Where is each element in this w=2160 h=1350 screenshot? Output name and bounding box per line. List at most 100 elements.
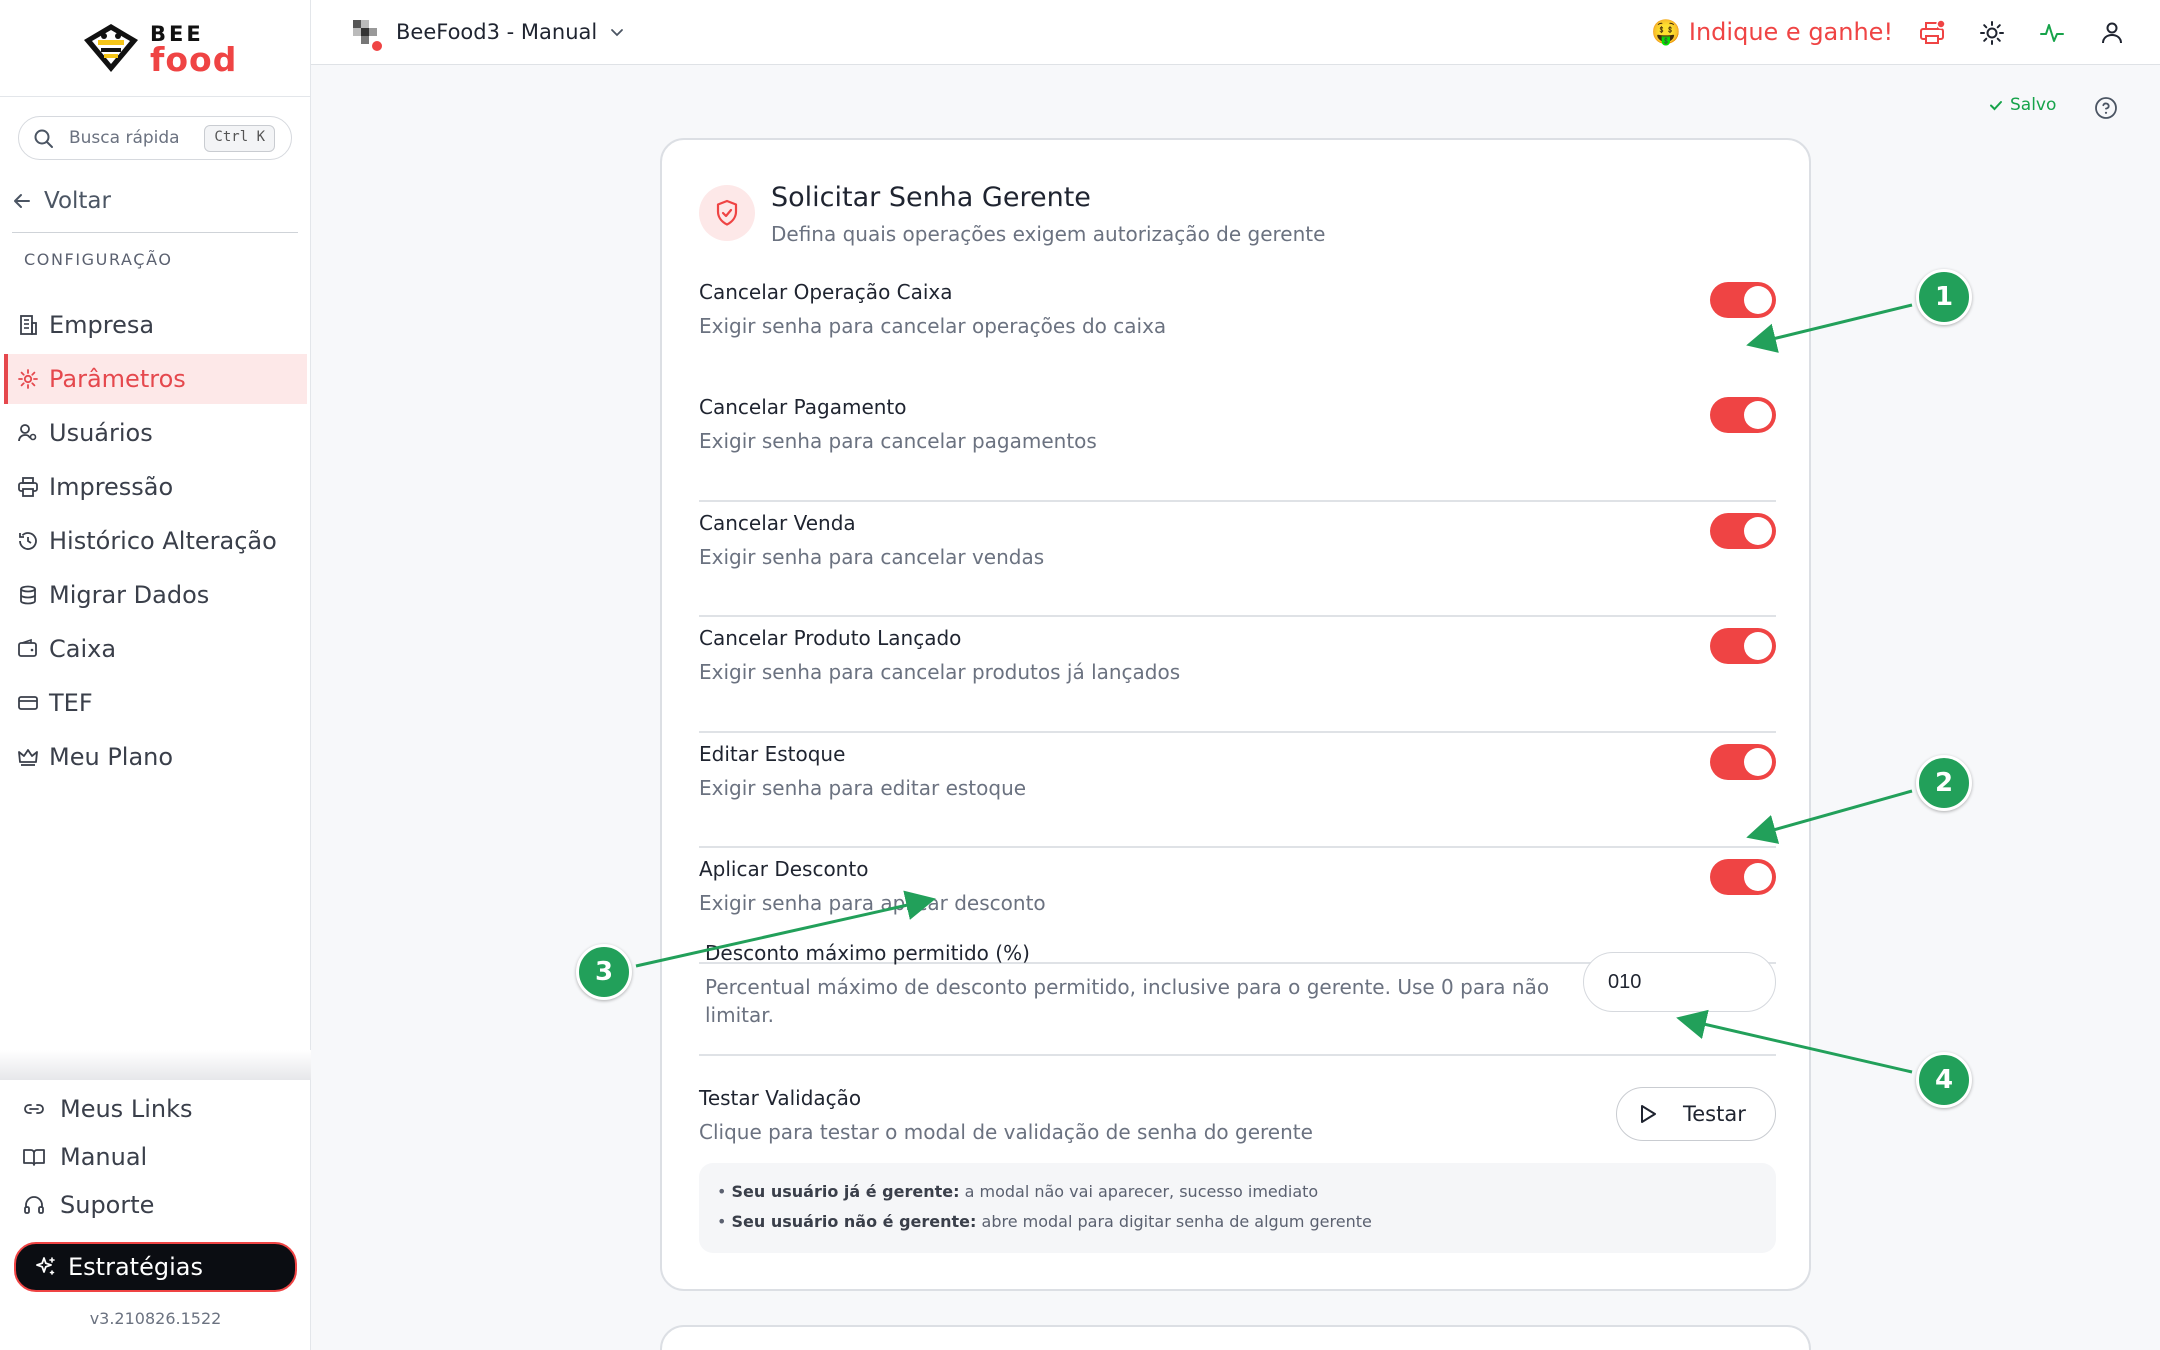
sidebar-bottom-links: Meus Links Manual Suporte	[22, 1085, 192, 1229]
sidebar-link-label: Meus Links	[60, 1095, 193, 1123]
info-note: • Seu usuário já é gerente: a modal não …	[717, 1182, 1319, 1201]
search-icon	[34, 129, 53, 148]
estrategias-button[interactable]: Estratégias	[14, 1242, 297, 1292]
info-note-bold: Seu usuário não é gerente:	[731, 1212, 977, 1231]
activity-icon	[2040, 24, 2064, 42]
building-icon	[15, 312, 41, 338]
printer-icon	[1920, 19, 1946, 44]
help-button[interactable]	[2094, 96, 2118, 124]
card-subtitle: Defina quais operações exigem autorizaçã…	[771, 222, 1326, 246]
estrategias-label: Estratégias	[68, 1253, 203, 1281]
sidebar-link-manual[interactable]: Manual	[22, 1133, 192, 1181]
top-bar: BeeFood3 - Manual 🤑 Indique e ganhe!	[311, 0, 2160, 65]
manager-password-card: Solicitar Senha Gerente Defina quais ope…	[660, 138, 1811, 1291]
edit-stock-toggle[interactable]	[1710, 744, 1776, 780]
sidebar-link-label: Manual	[60, 1143, 148, 1171]
search-placeholder: Busca rápida	[69, 128, 180, 148]
setting-description: Exigir senha para cancelar vendas	[699, 545, 1045, 569]
sidebar-item-empresa[interactable]: Empresa	[4, 300, 307, 350]
sidebar-item-caixa[interactable]: Caixa	[4, 624, 307, 674]
setting-row: Aplicar Desconto Exigir senha para aplic…	[699, 857, 1776, 915]
sidebar-link-suporte[interactable]: Suporte	[22, 1181, 192, 1229]
brand-logo[interactable]: BEE food	[78, 20, 238, 79]
divider	[12, 232, 298, 233]
headset-icon	[22, 1194, 48, 1216]
setting-title: Editar Estoque	[699, 742, 846, 766]
book-icon	[22, 1146, 48, 1168]
check-icon	[1990, 101, 2002, 111]
setting-title: Cancelar Venda	[699, 511, 856, 535]
annotation-marker-3: 3	[576, 944, 632, 1000]
help-circle-icon	[2095, 97, 2117, 119]
store-selector[interactable]: BeeFood3 - Manual	[396, 20, 625, 44]
user-menu-button[interactable]	[2097, 18, 2127, 48]
referral-label: Indique e ganhe!	[1688, 18, 1894, 46]
printer-status-button[interactable]	[1917, 18, 1947, 48]
sidebar-item-migrar-dados[interactable]: Migrar Dados	[4, 570, 307, 620]
setting-title: Cancelar Pagamento	[699, 395, 907, 419]
back-label: Voltar	[44, 188, 111, 214]
info-note-text: abre modal para digitar senha de algum g…	[976, 1212, 1372, 1231]
activity-button[interactable]	[2037, 18, 2067, 48]
max-discount-row: Desconto máximo permitido (%) Percentual…	[705, 941, 1585, 1027]
next-card	[660, 1325, 1811, 1350]
annotation-marker-2: 2	[1916, 755, 1972, 811]
setting-description: Exigir senha para cancelar produtos já l…	[699, 660, 1181, 684]
sidebar-item-meu-plano[interactable]: Meu Plano	[4, 732, 307, 782]
users-icon	[15, 420, 41, 446]
sidebar-item-label: Caixa	[49, 635, 117, 663]
max-discount-input[interactable]	[1583, 952, 1776, 1012]
apply-discount-toggle[interactable]	[1710, 859, 1776, 895]
referral-link[interactable]: 🤑 Indique e ganhe!	[1651, 18, 1893, 46]
setting-row: Cancelar Venda Exigir senha para cancela…	[699, 511, 1776, 733]
sidebar-shade	[0, 1050, 311, 1080]
sun-icon	[1980, 21, 2004, 45]
divider	[699, 500, 1776, 502]
link-icon	[22, 1098, 48, 1120]
cancel-launched-product-toggle[interactable]	[1710, 628, 1776, 664]
sidebar-item-label: Impressão	[49, 473, 174, 501]
store-name: BeeFood3 - Manual	[396, 20, 598, 44]
sidebar-item-impressao[interactable]: Impressão	[4, 462, 307, 512]
setting-row: Cancelar Pagamento Exigir senha para can…	[699, 395, 1776, 617]
divider	[699, 1054, 1776, 1056]
info-note: • Seu usuário não é gerente: abre modal …	[717, 1212, 1372, 1231]
settings-nav: Empresa Parâmetros Usuários Impressão Hi…	[4, 300, 307, 786]
setting-title: Testar Validação	[699, 1086, 862, 1110]
annotation-marker-4: 4	[1916, 1052, 1972, 1108]
sidebar-item-label: TEF	[49, 689, 93, 717]
setting-description: Exigir senha para cancelar pagamentos	[699, 429, 1097, 453]
brand-line-2: food	[150, 40, 238, 79]
store-avatar-icon[interactable]	[349, 16, 389, 58]
sidebar-item-usuarios[interactable]: Usuários	[4, 408, 307, 458]
sidebar-link-meus-links[interactable]: Meus Links	[22, 1085, 192, 1133]
sidebar-item-historico[interactable]: Histórico Alteração	[4, 516, 307, 566]
play-icon	[1641, 1105, 1656, 1123]
money-face-icon: 🤑	[1651, 18, 1681, 46]
cancel-cash-operation-toggle[interactable]	[1710, 282, 1776, 318]
setting-title: Aplicar Desconto	[699, 857, 869, 881]
setting-description: Clique para testar o modal de validação …	[699, 1120, 1313, 1144]
crown-icon	[15, 744, 41, 770]
section-title: CONFIGURAÇÃO	[24, 250, 173, 269]
chevron-down-icon	[611, 29, 624, 37]
quick-search[interactable]: Busca rápida Ctrl K	[18, 116, 292, 160]
sidebar-item-tef[interactable]: TEF	[4, 678, 307, 728]
app-version: v3.210826.1522	[89, 1309, 222, 1328]
divider	[0, 96, 311, 97]
cancel-sale-toggle[interactable]	[1710, 513, 1776, 549]
back-link[interactable]: Voltar	[12, 188, 111, 214]
printer-icon	[15, 474, 41, 500]
setting-description: Exigir senha para editar estoque	[699, 776, 1027, 800]
theme-toggle-button[interactable]	[1977, 18, 2007, 48]
divider	[699, 731, 1776, 733]
setting-row: Cancelar Operação Caixa Exigir senha par…	[699, 280, 1776, 502]
sidebar-link-label: Suporte	[60, 1191, 155, 1219]
test-button[interactable]: Testar	[1616, 1087, 1776, 1141]
cancel-payment-toggle[interactable]	[1710, 397, 1776, 433]
sidebar-item-parametros[interactable]: Parâmetros	[4, 354, 307, 404]
divider	[699, 846, 1776, 848]
history-icon	[15, 528, 41, 554]
sparkles-icon	[36, 1257, 55, 1275]
sidebar-item-label: Usuários	[49, 419, 153, 447]
